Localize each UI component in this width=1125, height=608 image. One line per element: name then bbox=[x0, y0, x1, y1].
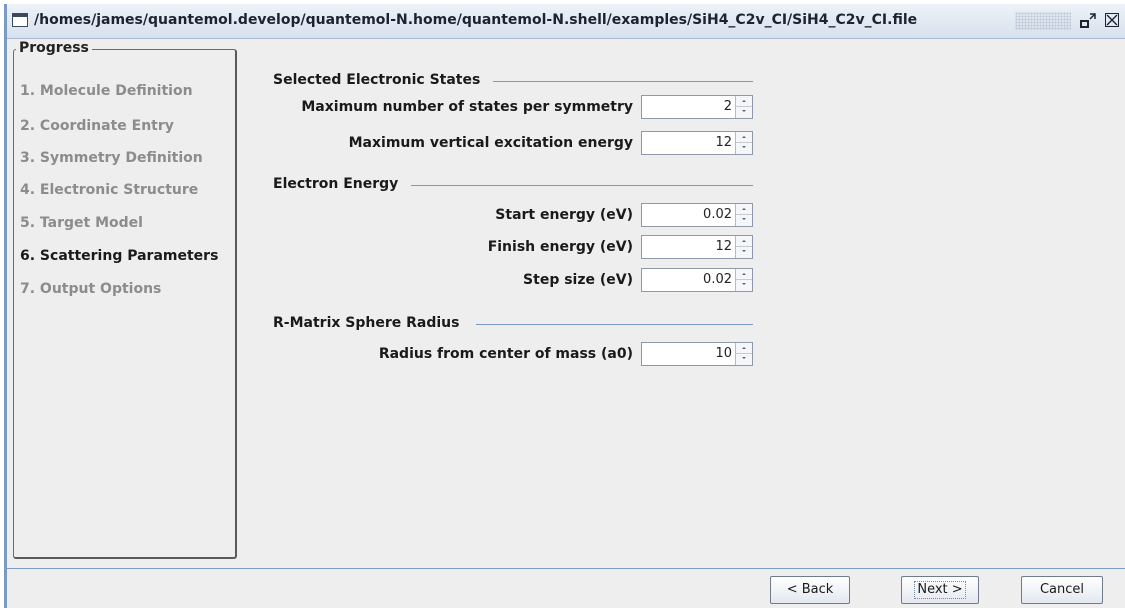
spinner-up-icon[interactable] bbox=[736, 132, 752, 143]
max-states-spinner[interactable]: 2 bbox=[641, 95, 753, 119]
section-title-electron-energy: Electron Energy bbox=[273, 176, 399, 192]
close-icon[interactable] bbox=[1105, 13, 1119, 27]
window-icon bbox=[12, 13, 28, 27]
spinner-down-icon[interactable] bbox=[736, 280, 752, 291]
step-size-spinner[interactable]: 0.02 bbox=[641, 268, 753, 292]
footer-divider bbox=[7, 568, 1125, 569]
window-title: /homes/james/quantemol.develop/quantemol… bbox=[34, 12, 918, 28]
max-states-label: Maximum number of states per symmetry bbox=[301, 99, 633, 115]
spinner-down-icon[interactable] bbox=[736, 354, 752, 365]
finish-energy-label: Finish energy (eV) bbox=[487, 239, 633, 255]
section-divider bbox=[493, 81, 753, 82]
title-bar[interactable]: /homes/james/quantemol.develop/quantemol… bbox=[7, 4, 1125, 39]
spinner-up-icon[interactable] bbox=[736, 236, 752, 247]
max-states-value[interactable]: 2 bbox=[724, 99, 732, 114]
finish-energy-spinner[interactable]: 12 bbox=[641, 235, 753, 259]
start-energy-value[interactable]: 0.02 bbox=[703, 207, 732, 222]
section-title-rmatrix: R-Matrix Sphere Radius bbox=[273, 315, 460, 331]
spinner-down-icon[interactable] bbox=[736, 143, 752, 154]
spinner-arrows bbox=[735, 343, 752, 365]
title-bar-grip bbox=[1015, 12, 1071, 30]
restore-icon[interactable] bbox=[1078, 10, 1098, 32]
section-divider bbox=[411, 185, 753, 186]
step-symmetry-definition: 3. Symmetry Definition bbox=[20, 150, 203, 166]
back-button[interactable]: < Back bbox=[770, 576, 850, 604]
step-output-options: 7. Output Options bbox=[20, 281, 162, 297]
step-target-model: 5. Target Model bbox=[20, 215, 143, 231]
next-button[interactable]: Next > bbox=[901, 576, 979, 604]
step-electronic-structure: 4. Electronic Structure bbox=[20, 182, 199, 198]
spinner-up-icon[interactable] bbox=[736, 204, 752, 215]
max-excitation-value[interactable]: 12 bbox=[715, 135, 732, 150]
spinner-arrows bbox=[735, 236, 752, 258]
max-excitation-spinner[interactable]: 12 bbox=[641, 131, 753, 155]
spinner-arrows bbox=[735, 132, 752, 154]
section-divider bbox=[476, 324, 753, 325]
wizard-window: /homes/james/quantemol.develop/quantemol… bbox=[4, 4, 1125, 608]
max-excitation-label: Maximum vertical excitation energy bbox=[348, 135, 633, 151]
radius-value[interactable]: 10 bbox=[715, 346, 732, 361]
spinner-up-icon[interactable] bbox=[736, 96, 752, 107]
radius-label: Radius from center of mass (a0) bbox=[378, 346, 633, 362]
section-title-electronic-states: Selected Electronic States bbox=[273, 72, 481, 88]
spinner-up-icon[interactable] bbox=[736, 269, 752, 280]
spinner-up-icon[interactable] bbox=[736, 343, 752, 354]
spinner-down-icon[interactable] bbox=[736, 107, 752, 118]
spinner-down-icon[interactable] bbox=[736, 247, 752, 258]
spinner-arrows bbox=[735, 269, 752, 291]
radius-spinner[interactable]: 10 bbox=[641, 342, 753, 366]
spinner-arrows bbox=[735, 204, 752, 226]
step-scattering-parameters: 6. Scattering Parameters bbox=[20, 248, 219, 264]
step-coordinate-entry: 2. Coordinate Entry bbox=[20, 118, 174, 134]
step-molecule-definition: 1. Molecule Definition bbox=[20, 83, 193, 99]
finish-energy-value[interactable]: 12 bbox=[715, 239, 732, 254]
step-size-label: Step size (eV) bbox=[523, 272, 633, 288]
spinner-arrows bbox=[735, 96, 752, 118]
start-energy-label: Start energy (eV) bbox=[495, 207, 633, 223]
spinner-down-icon[interactable] bbox=[736, 215, 752, 226]
step-size-value[interactable]: 0.02 bbox=[703, 272, 732, 287]
next-button-label: Next > bbox=[914, 581, 966, 599]
progress-title: Progress bbox=[16, 40, 92, 56]
cancel-button[interactable]: Cancel bbox=[1021, 576, 1103, 604]
start-energy-spinner[interactable]: 0.02 bbox=[641, 203, 753, 227]
